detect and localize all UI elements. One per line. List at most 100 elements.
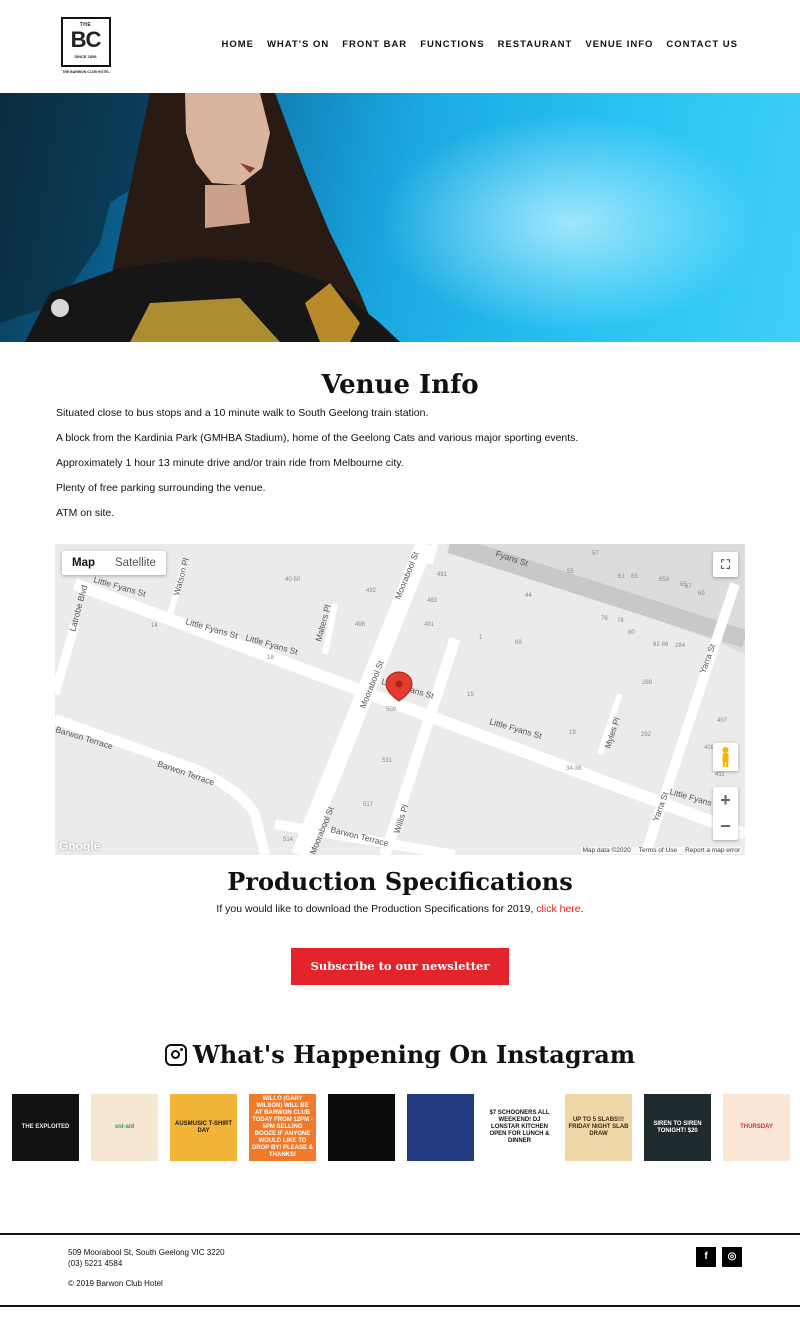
instagram-post[interactable]: sol-aid <box>91 1094 158 1161</box>
nav-home[interactable]: HOME <box>221 39 254 50</box>
map-number: 67 <box>685 584 692 590</box>
map-number: 44 <box>525 593 532 599</box>
instagram-post[interactable] <box>328 1094 395 1161</box>
map-number: 18 <box>267 655 274 661</box>
instagram-feed: THE EXPLOITED sol-aid AUSMUSIC T-SHIRT D… <box>12 1094 792 1161</box>
instagram-icon <box>164 1044 187 1066</box>
hero-light-glow <box>380 113 760 333</box>
logo-box: THE BC SINCE 1856 <box>61 17 111 67</box>
production-specs-sentence: If you would like to download the Produc… <box>216 903 537 915</box>
location-map[interactable]: Little Fyans St Little Fyans St Little F… <box>55 544 745 855</box>
nav-venue-info[interactable]: VENUE INFO <box>585 39 653 50</box>
zoom-in-button[interactable]: + <box>713 787 738 813</box>
footer-phone[interactable]: (03) 5221 4584 <box>68 1258 225 1269</box>
map-number: 1 <box>479 635 483 641</box>
map-number: 15 <box>467 692 474 698</box>
map-type-map-button[interactable]: Map <box>62 551 105 575</box>
instagram-post[interactable]: THE EXPLOITED <box>12 1094 79 1161</box>
map-report-error-link[interactable]: Report a map error <box>685 847 740 854</box>
map-type-satellite-button[interactable]: Satellite <box>105 551 166 575</box>
footer-address: 509 Moorabool St, South Geelong VIC 3220 <box>68 1248 225 1257</box>
instagram-heading: What's Happening On Instagram <box>0 1040 800 1069</box>
instagram-post-text: SIREN TO SIREN TONIGHT! $20 <box>653 1120 702 1134</box>
hero-banner <box>0 93 800 342</box>
instagram-post[interactable]: WILLO (GARY WILSON) WILL BE AT BARWON CL… <box>249 1094 316 1161</box>
site-logo[interactable]: THE BC SINCE 1856 THE BARWON CLUB HOTEL <box>61 17 111 75</box>
map-terms-link[interactable]: Terms of Use <box>639 847 677 854</box>
map-number: 76 <box>601 616 608 622</box>
map-number: 68 <box>515 640 522 646</box>
instagram-post-text: UP TO 5 SLABS!!! FRIDAY NIGHT SLAB DRAW <box>568 1117 629 1137</box>
logo-initials: BC <box>70 27 102 52</box>
instagram-post[interactable]: UP TO 5 SLABS!!! FRIDAY NIGHT SLAB DRAW <box>565 1094 632 1161</box>
zoom-control: + − <box>713 787 738 840</box>
facebook-icon[interactable]: f <box>696 1247 716 1267</box>
instagram-post[interactable]: THURSDAY <box>723 1094 790 1161</box>
subscribe-newsletter-button[interactable]: Subscribe to our newsletter <box>291 948 509 985</box>
map-number: 407 <box>717 718 728 724</box>
nav-restaurant[interactable]: RESTAURANT <box>498 39 573 50</box>
logo-since: SINCE 1856 <box>74 54 97 59</box>
map-number: 517 <box>363 802 374 808</box>
map-canvas[interactable]: Little Fyans St Little Fyans St Little F… <box>55 544 745 855</box>
instagram-post[interactable] <box>407 1094 474 1161</box>
map-number: 34-38 <box>566 766 582 772</box>
map-number: 57 <box>592 551 599 557</box>
map-number: 82-86 <box>653 642 669 648</box>
map-number: 492 <box>366 588 377 594</box>
venue-paragraph: ATM on site. <box>56 507 115 519</box>
production-specs-period: . <box>580 903 584 915</box>
map-number: 509 <box>386 707 397 713</box>
instagram-post-text: THE EXPLOITED <box>21 1124 70 1130</box>
map-type-control: Map Satellite <box>62 551 166 575</box>
production-specs-title: Production Specifications <box>227 867 573 896</box>
venue-paragraph: Plenty of free parking surrounding the v… <box>56 482 266 494</box>
main-nav: HOME WHAT'S ON FRONT BAR FUNCTIONS RESTA… <box>221 39 738 50</box>
map-number: 63 <box>631 574 638 580</box>
production-specs-link[interactable]: click here <box>536 903 580 915</box>
instagram-post-text: AUSMUSIC T-SHIRT DAY <box>175 1120 232 1134</box>
site-header: THE BC SINCE 1856 THE BARWON CLUB HOTEL … <box>0 0 800 93</box>
venue-paragraph: Situated close to bus stops and a 10 min… <box>56 407 429 419</box>
map-number: 14 <box>151 623 158 629</box>
nav-functions[interactable]: FUNCTIONS <box>420 39 484 50</box>
logo-name: THE BARWON CLUB HOTEL <box>62 70 110 74</box>
instagram-title: What's Happening On Instagram <box>192 1040 636 1069</box>
fullscreen-icon[interactable]: ⛶ <box>713 552 738 577</box>
zoom-out-button[interactable]: − <box>713 813 738 839</box>
map-number: 514 <box>283 837 294 843</box>
map-number: 483 <box>427 598 438 604</box>
map-number: 80 <box>628 630 635 636</box>
map-number: 78 <box>617 618 624 624</box>
map-number: 481 <box>437 572 448 578</box>
instagram-post[interactable]: AUSMUSIC T-SHIRT DAY <box>170 1094 237 1161</box>
instagram-post[interactable]: $7 SCHOONERS ALL WEEKEND! DJ LONSTAR KIT… <box>486 1094 553 1161</box>
map-number: 69 <box>698 591 705 597</box>
map-number: 411 <box>715 772 725 778</box>
google-logo: Google <box>59 839 101 853</box>
map-number: 40-50 <box>285 577 301 583</box>
map-number: 19 <box>569 730 576 736</box>
map-number: 288 <box>642 680 653 686</box>
map-number: 65A <box>659 577 670 583</box>
nav-front-bar[interactable]: FRONT BAR <box>342 39 407 50</box>
map-attribution: Map data ©2020 Terms of Use Report a map… <box>580 847 742 854</box>
instagram-post-text: sol-aid <box>114 1124 135 1130</box>
map-street-label: Watson Pl <box>171 557 191 597</box>
instagram-post-text: $7 SCHOONERS ALL WEEKEND! DJ LONSTAR KIT… <box>489 1110 550 1144</box>
instagram-social-icon[interactable]: ◎ <box>722 1247 742 1267</box>
venue-info-title: Venue Info <box>321 370 479 400</box>
footer-bottom-divider <box>0 1305 800 1307</box>
footer-contact: 509 Moorabool St, South Geelong VIC 3220… <box>68 1247 225 1269</box>
map-number: 491 <box>424 622 435 628</box>
venue-paragraph: Approximately 1 hour 13 minute drive and… <box>56 457 404 469</box>
map-number: 498 <box>355 622 366 628</box>
instagram-post[interactable]: SIREN TO SIREN TONIGHT! $20 <box>644 1094 711 1161</box>
map-number: 531 <box>382 758 393 764</box>
venue-info-text: Situated close to bus stops and a 10 min… <box>56 406 746 531</box>
nav-whats-on[interactable]: WHAT'S ON <box>267 39 329 50</box>
nav-contact-us[interactable]: CONTACT US <box>666 39 738 50</box>
map-number: 284 <box>675 643 686 649</box>
footer-copyright: © 2019 Barwon Club Hotel <box>68 1279 163 1288</box>
pegman-icon[interactable] <box>713 743 738 771</box>
